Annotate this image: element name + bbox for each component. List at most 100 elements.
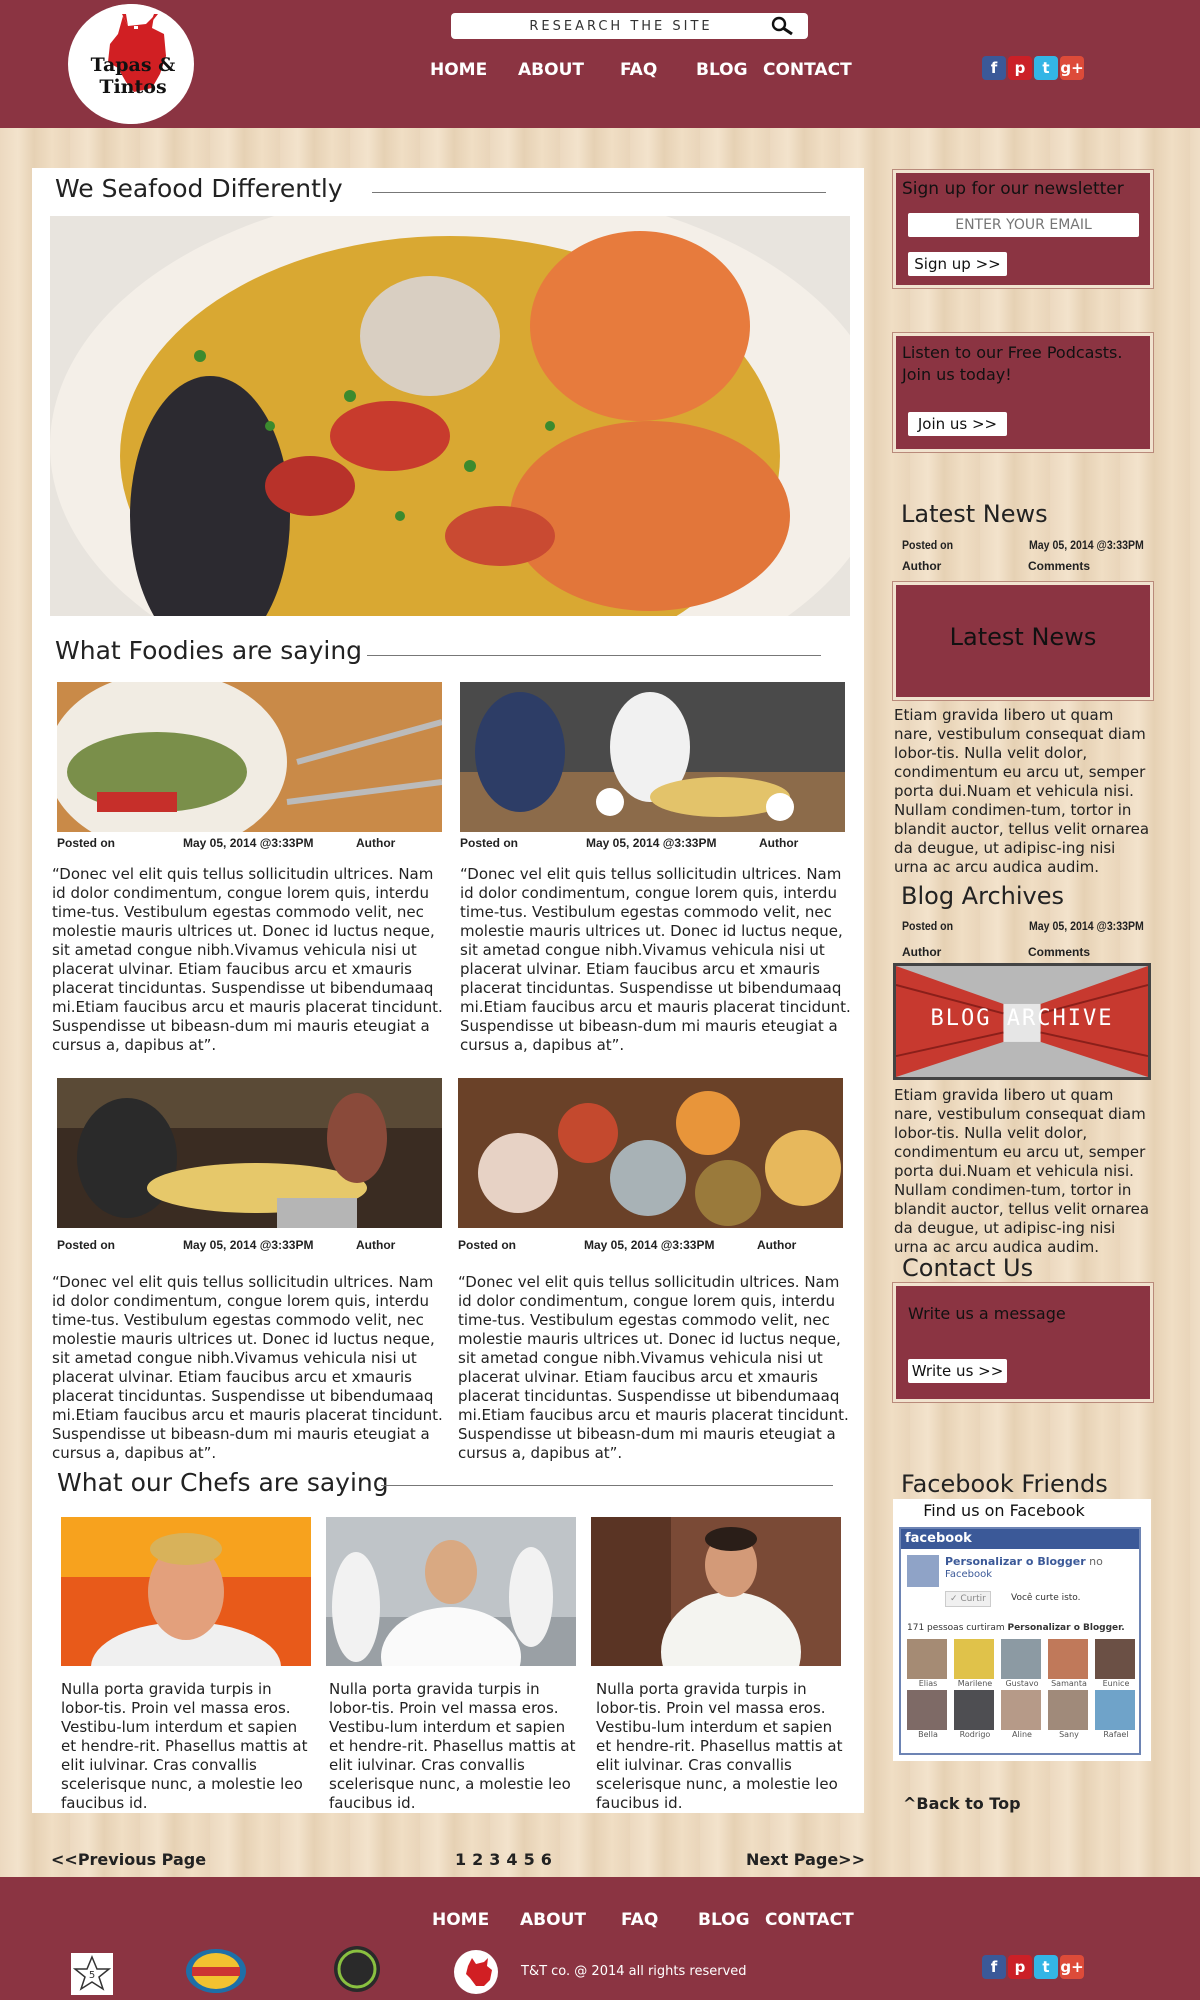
- post-author[interactable]: Author: [757, 1238, 796, 1252]
- copyright-text: T&T co. @ 2014 all rights reserved: [521, 1964, 747, 1979]
- page-2-link[interactable]: 2: [472, 1850, 483, 1869]
- archive-author[interactable]: Author: [902, 945, 941, 959]
- find-us-text: Find us on Facebook: [923, 1501, 1085, 1520]
- divider: [367, 655, 821, 656]
- page-numbers: 1 2 3 4 5 6: [455, 1850, 552, 1869]
- latest-news-text: Etiam gravida libero ut quam nare, vesti…: [894, 706, 1150, 876]
- signup-button[interactable]: Sign up >>: [908, 252, 1007, 276]
- post-quote: “Donec vel elit quis tellus sollicitudin…: [460, 865, 851, 1054]
- post-date: May 05, 2014 @3:33PM: [586, 836, 717, 850]
- twitter-icon[interactable]: t: [1034, 56, 1058, 80]
- nav-home[interactable]: HOME: [430, 60, 487, 80]
- facebook-like-box[interactable]: facebook Personalizar o Blogger no Faceb…: [899, 1527, 1141, 1755]
- friend[interactable]: Samanta: [1048, 1639, 1090, 1688]
- hero-image: [50, 216, 850, 616]
- footer-logo-icon[interactable]: [454, 1950, 498, 1994]
- chefs-title: What our Chefs are saying: [57, 1468, 389, 1497]
- footer-nav-blog[interactable]: BLOG: [698, 1910, 750, 1930]
- facebook-brand: facebook: [901, 1529, 1139, 1549]
- post-posted-label: Posted on: [57, 1238, 116, 1252]
- post-quote: “Donec vel elit quis tellus sollicitudin…: [458, 1273, 849, 1462]
- friend[interactable]: Rodrigo: [954, 1690, 996, 1739]
- friend[interactable]: Eunice: [1095, 1639, 1137, 1688]
- friend[interactable]: Marilene: [954, 1639, 996, 1688]
- google-plus-icon[interactable]: g+: [1060, 1955, 1084, 1979]
- write-us-button[interactable]: Write us >>: [908, 1359, 1007, 1383]
- twitter-icon[interactable]: t: [1034, 1955, 1058, 1979]
- previous-page-link[interactable]: <<Previous Page: [51, 1850, 206, 1869]
- facebook-icon[interactable]: f: [982, 56, 1006, 80]
- footer-nav-home[interactable]: HOME: [432, 1910, 489, 1930]
- friend[interactable]: Rafael: [1095, 1690, 1137, 1739]
- news-author[interactable]: Author: [902, 559, 941, 573]
- page-suffix: no: [1089, 1555, 1103, 1568]
- post-image[interactable]: [460, 682, 845, 832]
- likes-page: Personalizar o Blogger.: [1007, 1623, 1125, 1633]
- friend[interactable]: Gustavo: [1001, 1639, 1043, 1688]
- travel-expert-badge-icon: [186, 1949, 246, 1993]
- page-6-link[interactable]: 6: [541, 1850, 552, 1869]
- search-input[interactable]: [471, 13, 771, 39]
- post-author[interactable]: Author: [759, 836, 798, 850]
- facebook-icon[interactable]: f: [982, 1955, 1006, 1979]
- newsletter-box: Sign up for our newsletter Sign up >>: [892, 169, 1154, 289]
- footer-nav: HOME ABOUT FAQ BLOG CONTACT: [0, 1910, 1200, 1934]
- chef-photo[interactable]: [591, 1517, 841, 1666]
- chef-text: Nulla porta gravida turpis in lobor-tis.…: [596, 1680, 843, 1812]
- post-author[interactable]: Author: [356, 1238, 395, 1252]
- contact-prompt: Write us a message: [908, 1304, 1066, 1323]
- friend[interactable]: Elias: [907, 1639, 949, 1688]
- blog-archive-banner[interactable]: BLOG ARCHIVE: [893, 963, 1151, 1080]
- friend[interactable]: Bella: [907, 1690, 949, 1739]
- latest-news-banner[interactable]: Latest News: [892, 581, 1154, 701]
- nav-contact[interactable]: CONTACT: [763, 60, 852, 80]
- post-quote: “Donec vel elit quis tellus sollicitudin…: [52, 1273, 443, 1462]
- post-date: May 05, 2014 @3:33PM: [183, 1238, 314, 1252]
- blog-archive-banner-text: BLOG ARCHIVE: [930, 1006, 1114, 1031]
- page-3-link[interactable]: 3: [489, 1850, 500, 1869]
- like-button[interactable]: ✓ Curtir: [945, 1591, 991, 1607]
- archive-comments[interactable]: Comments: [1028, 945, 1090, 959]
- footer-social: f p t g+: [982, 1955, 1084, 1979]
- friend[interactable]: Sany: [1048, 1690, 1090, 1739]
- post-image[interactable]: [458, 1078, 843, 1228]
- post-author[interactable]: Author: [356, 836, 395, 850]
- google-plus-icon[interactable]: g+: [1060, 56, 1084, 80]
- friend[interactable]: Aline: [1001, 1690, 1043, 1739]
- header-social: f p t g+: [982, 56, 1084, 80]
- post-quote: “Donec vel elit quis tellus sollicitudin…: [52, 865, 443, 1054]
- svg-text:5: 5: [89, 1970, 95, 1981]
- join-button[interactable]: Join us >>: [908, 412, 1007, 436]
- footer-nav-about[interactable]: ABOUT: [520, 1910, 586, 1930]
- news-comments[interactable]: Comments: [1028, 559, 1090, 573]
- archive-date: May 05, 2014 @3:33PM: [1029, 919, 1144, 933]
- page-5-link[interactable]: 5: [524, 1850, 535, 1869]
- page-4-link[interactable]: 4: [506, 1850, 517, 1869]
- award-badge-icon: 5: [71, 1953, 113, 1995]
- back-to-top-link[interactable]: ^Back to Top: [903, 1794, 1021, 1813]
- chef-photo[interactable]: [61, 1517, 311, 1666]
- chef-photo[interactable]: [326, 1517, 576, 1666]
- friends-grid: Elias Marilene Gustavo Samanta Eunice Be…: [907, 1639, 1139, 1739]
- blog-archives-title: Blog Archives: [901, 882, 1064, 910]
- latest-news-banner-text: Latest News: [949, 623, 1097, 651]
- next-page-link[interactable]: Next Page>>: [746, 1850, 865, 1869]
- pinterest-icon[interactable]: p: [1008, 1955, 1032, 1979]
- post-image[interactable]: [57, 1078, 442, 1228]
- nav-faq[interactable]: FAQ: [620, 60, 657, 80]
- page-1-link[interactable]: 1: [455, 1850, 466, 1869]
- contact-box: Write us a message Write us >>: [892, 1282, 1154, 1403]
- nav-blog[interactable]: BLOG: [696, 60, 748, 80]
- post-posted-label: Posted on: [458, 1238, 517, 1252]
- podcast-text: Listen to our Free Podcasts. Join us tod…: [902, 343, 1123, 384]
- email-input[interactable]: [908, 213, 1139, 237]
- search-icon[interactable]: [770, 16, 794, 36]
- footer-nav-faq[interactable]: FAQ: [621, 1910, 658, 1930]
- page-name[interactable]: Personalizar o Blogger: [945, 1555, 1086, 1568]
- nav-about[interactable]: ABOUT: [518, 60, 584, 80]
- divider: [372, 192, 826, 193]
- pinterest-icon[interactable]: p: [1008, 56, 1032, 80]
- newsletter-title: Sign up for our newsletter: [902, 179, 1124, 199]
- post-image[interactable]: [57, 682, 442, 832]
- footer-nav-contact[interactable]: CONTACT: [765, 1910, 854, 1930]
